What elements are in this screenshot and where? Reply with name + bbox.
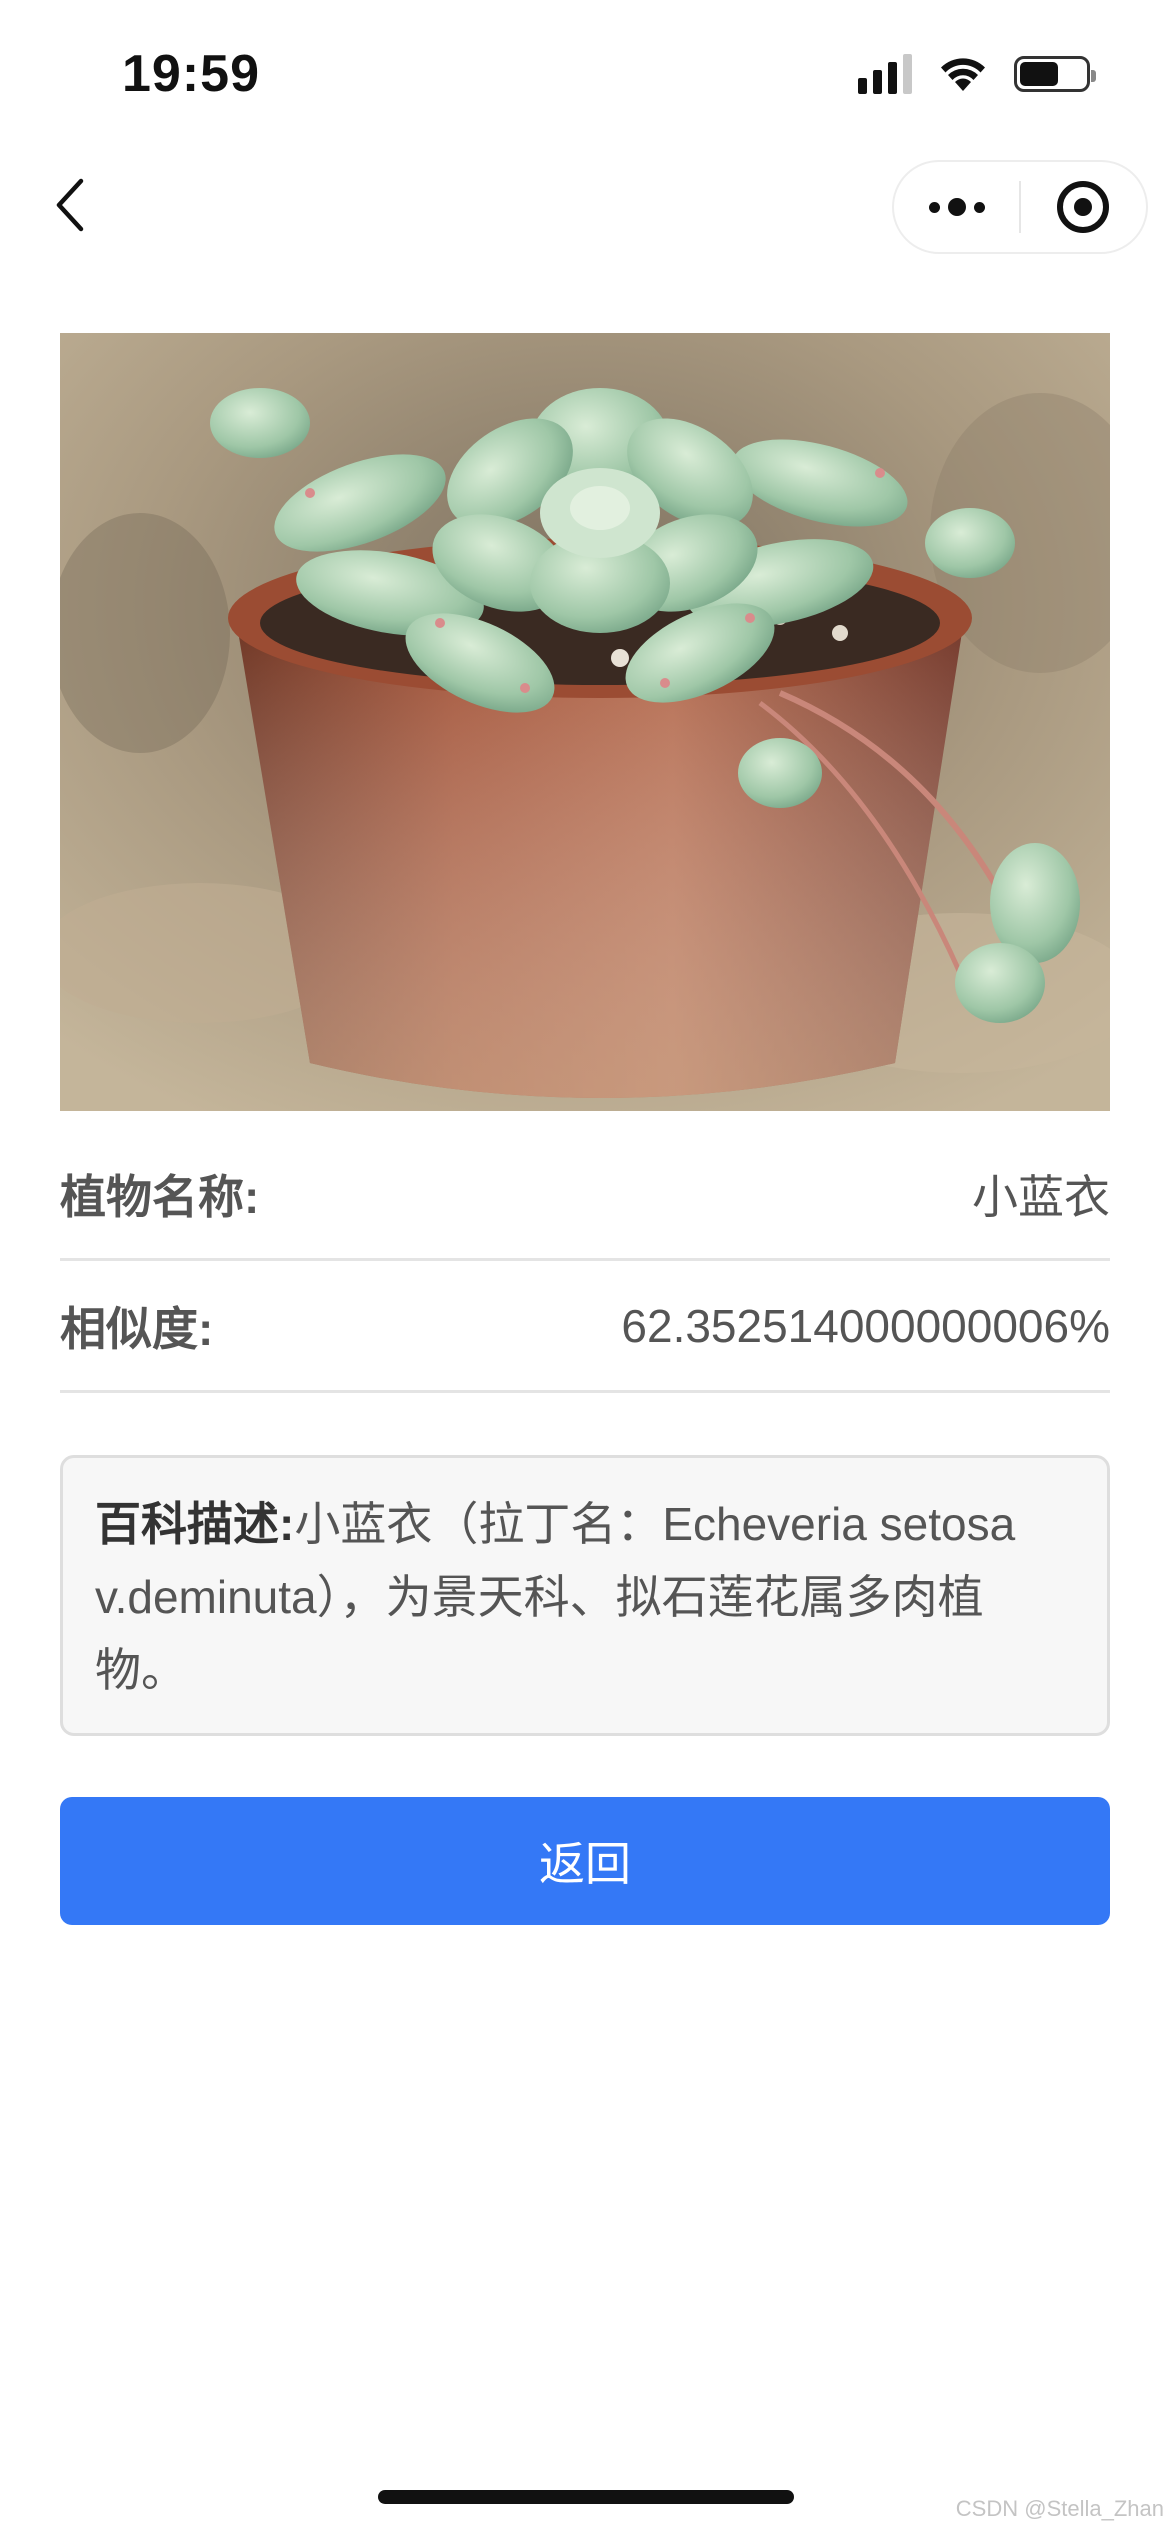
description-label: 百科描述:	[95, 1498, 295, 1550]
more-button[interactable]	[894, 162, 1019, 252]
succulent-photo	[60, 333, 1110, 1111]
similarity-row: 相似度: 62.352514000000006%	[60, 1261, 1110, 1393]
plant-name-label: 植物名称:	[60, 1170, 260, 1223]
status-bar: 19:59	[0, 0, 1170, 150]
status-icons	[858, 54, 1096, 94]
close-button[interactable]	[1021, 162, 1146, 252]
similarity-value: 62.352514000000006%	[621, 1299, 1110, 1352]
status-time: 19:59	[122, 45, 260, 103]
similarity-label: 相似度:	[60, 1302, 214, 1355]
encyclopedia-description: 百科描述:小蓝衣（拉丁名：Echeveria setosa v.deminuta…	[60, 1455, 1110, 1736]
battery-icon	[1014, 56, 1096, 92]
home-indicator[interactable]	[378, 2490, 794, 2504]
chevron-left-icon	[56, 178, 84, 232]
more-dots-icon	[928, 201, 940, 213]
back-button[interactable]	[40, 172, 100, 238]
nav-bar	[0, 150, 1170, 260]
cellular-signal-icon	[858, 54, 912, 94]
wifi-icon	[941, 58, 985, 91]
return-button[interactable]: 返回	[60, 1797, 1110, 1925]
watermark: CSDN @Stella_Zhan	[955, 2496, 1164, 2521]
plant-name-row: 植物名称: 小蓝衣	[60, 1129, 1110, 1261]
plant-photo	[60, 333, 1110, 1111]
plant-name-value: 小蓝衣	[972, 1170, 1110, 1223]
mini-program-capsule	[892, 160, 1148, 254]
close-target-icon	[1057, 181, 1110, 233]
